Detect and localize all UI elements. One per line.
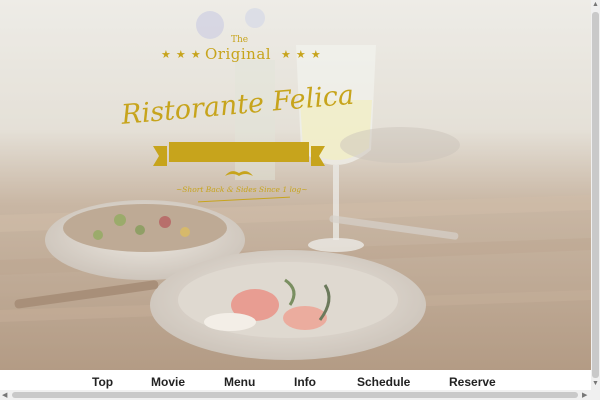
brand-the: The bbox=[231, 35, 249, 45]
page-viewport: ★ ★ ★ The Original ★ ★ ★ Ristorante Feli… bbox=[0, 0, 591, 400]
scroll-left-icon[interactable]: ◀ bbox=[2, 391, 7, 399]
restaurant-name: Ristorante Felica bbox=[120, 79, 356, 131]
vertical-scrollbar[interactable]: ▲ ▼ bbox=[591, 0, 600, 400]
nav-movie[interactable]: Movie bbox=[151, 375, 185, 389]
scroll-down-icon[interactable]: ▼ bbox=[592, 380, 599, 387]
nav-info[interactable]: Info bbox=[294, 375, 316, 389]
nav-schedule[interactable]: Schedule bbox=[357, 375, 410, 389]
horizontal-scroll-thumb[interactable] bbox=[12, 392, 578, 398]
scroll-up-icon[interactable]: ▲ bbox=[592, 1, 599, 8]
nav-reserve[interactable]: Reserve bbox=[449, 375, 496, 389]
nav-menu[interactable]: Menu bbox=[224, 375, 255, 389]
brand-original: Original bbox=[205, 45, 272, 63]
tagline: ~Short Back & Sides Since 1 log~ bbox=[176, 185, 308, 194]
tagline-underline bbox=[198, 196, 290, 203]
hero-image: ★ ★ ★ The Original ★ ★ ★ Ristorante Feli… bbox=[0, 0, 591, 370]
restaurant-logo: ★ ★ ★ The Original ★ ★ ★ Ristorante Feli… bbox=[0, 0, 591, 370]
stars-left-icon: ★ ★ ★ bbox=[161, 49, 202, 61]
main-nav: Top Movie Menu Info Schedule Reserve ◀ ▶ bbox=[0, 370, 591, 400]
nav-top[interactable]: Top bbox=[92, 375, 113, 389]
vertical-scroll-thumb[interactable] bbox=[592, 12, 599, 378]
ribbon-mustache-icon bbox=[153, 142, 325, 176]
stars-right-icon: ★ ★ ★ bbox=[281, 49, 322, 61]
scroll-right-icon[interactable]: ▶ bbox=[582, 391, 587, 399]
